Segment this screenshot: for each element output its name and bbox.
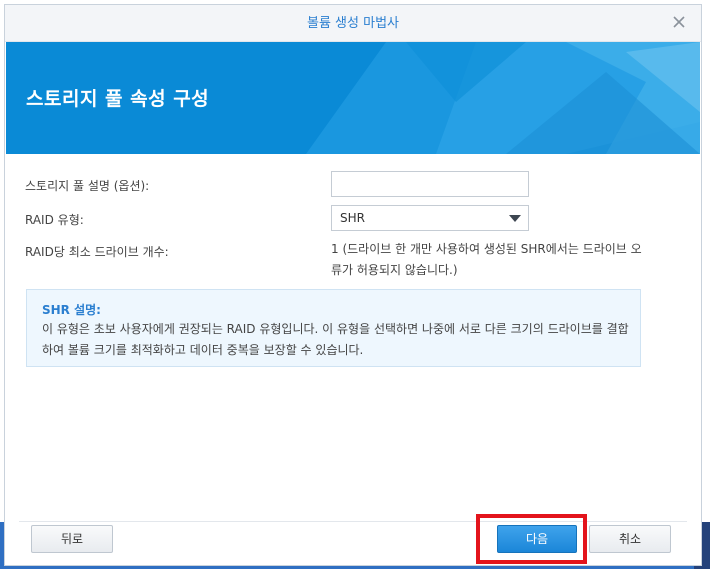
info-title: SHR 설명: [42,303,101,317]
close-icon[interactable] [671,14,687,30]
wizard-banner: 스토리지 풀 속성 구성 [6,42,700,154]
next-button[interactable]: 다음 [497,525,577,553]
footer-divider [19,521,687,522]
shr-info-box: SHR 설명: 이 유형은 초보 사용자에게 권장되는 RAID 유형입니다. … [26,289,641,367]
cancel-button[interactable]: 취소 [589,525,671,553]
back-button[interactable]: 뒤로 [31,525,113,553]
description-input[interactable] [331,171,529,197]
raid-type-value: SHR [340,211,365,225]
min-drives-label: RAID당 최소 드라이브 개수: [25,245,169,259]
min-drives-value: 1 (드라이브 한 개만 사용하여 생성된 SHR에서는 드라이브 오류가 허용… [331,242,642,277]
dialog-title: 볼륨 생성 마법사 [307,16,399,31]
dialog-titlebar: 볼륨 생성 마법사 [5,5,701,42]
description-label: 스토리지 풀 설명 (옵션): [25,179,150,193]
raid-type-label: RAID 유형: [25,213,84,227]
info-body: 이 유형은 초보 사용자에게 권장되는 RAID 유형입니다. 이 유형을 선택… [42,322,629,357]
raid-type-select[interactable]: SHR [331,205,529,231]
volume-wizard-dialog: 볼륨 생성 마법사 스토리지 풀 속성 구성 스토리지 풀 설명 (옵션): R… [4,4,702,566]
chevron-down-icon [509,215,521,222]
page-title: 스토리지 풀 속성 구성 [26,88,210,110]
